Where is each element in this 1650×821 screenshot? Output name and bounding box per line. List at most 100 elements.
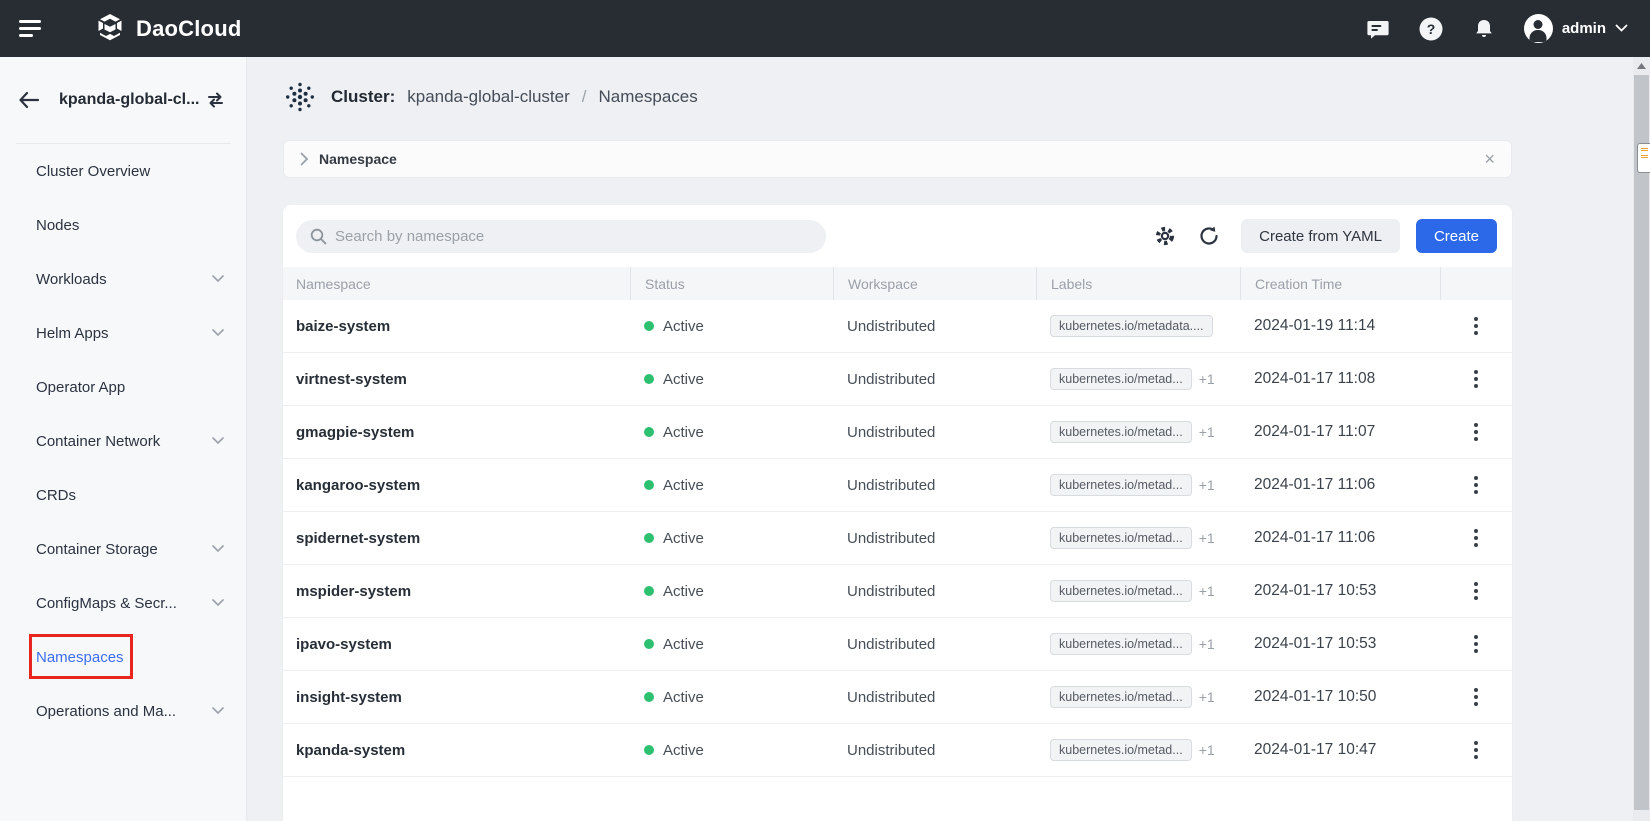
workspace-cell: Undistributed (833, 300, 1036, 352)
sidebar-item-crds[interactable]: CRDs (0, 468, 246, 522)
scrollbar-thumb[interactable] (1634, 75, 1649, 810)
namespace-name-link[interactable]: gmagpie-system (283, 406, 630, 458)
creation-time-cell: 2024-01-17 10:47 (1240, 724, 1440, 776)
status-text: Active (663, 583, 704, 600)
kebab-menu-icon[interactable] (1470, 472, 1482, 498)
namespace-name-link[interactable]: spidernet-system (283, 512, 630, 564)
row-actions-cell (1440, 724, 1512, 776)
status-active-dot (644, 745, 654, 755)
label-chip[interactable]: kubernetes.io/metadata.... (1050, 315, 1213, 337)
help-icon[interactable]: ? (1418, 16, 1444, 42)
sidebar-item-helm-apps[interactable]: Helm Apps (0, 306, 246, 360)
kebab-menu-icon[interactable] (1470, 313, 1482, 339)
refresh-icon[interactable] (1197, 224, 1221, 248)
labels-more-count: +1 (1199, 742, 1215, 758)
label-chip[interactable]: kubernetes.io/metad... (1050, 580, 1192, 602)
label-chip[interactable]: kubernetes.io/metad... (1050, 686, 1192, 708)
labels-cell: kubernetes.io/metad...+1 (1036, 459, 1240, 511)
kebab-menu-icon[interactable] (1470, 366, 1482, 392)
sidebar-item-cluster-overview[interactable]: Cluster Overview (0, 144, 246, 198)
label-chip[interactable]: kubernetes.io/metad... (1050, 474, 1192, 496)
row-actions-cell (1440, 512, 1512, 564)
daocloud-cube-icon (93, 12, 127, 46)
topbar: DaoCloud ? admin (0, 0, 1650, 57)
table-toolbar: Create from YAML Create (283, 205, 1512, 267)
menu-toggle-icon[interactable] (19, 17, 49, 41)
label-chip[interactable]: kubernetes.io/metad... (1050, 633, 1192, 655)
close-icon[interactable]: × (1484, 150, 1495, 168)
sidebar-item-operator-app[interactable]: Operator App (0, 360, 246, 414)
label-chip[interactable]: kubernetes.io/metad... (1050, 421, 1192, 443)
kebab-menu-icon[interactable] (1470, 684, 1482, 710)
back-arrow-icon[interactable] (18, 91, 40, 109)
status-text: Active (663, 477, 704, 494)
column-header-creation-time: Creation Time (1240, 267, 1440, 300)
sidebar-item-operations-and-ma[interactable]: Operations and Ma... (0, 684, 246, 738)
sidebar-item-label: ConfigMaps & Secr... (36, 595, 212, 612)
status-text: Active (663, 530, 704, 547)
namespace-name-link[interactable]: baize-system (283, 300, 630, 352)
sidebar-item-workloads[interactable]: Workloads (0, 252, 246, 306)
labels-cell: kubernetes.io/metad... +1 (1036, 353, 1240, 405)
search-input[interactable] (335, 228, 812, 245)
creation-time-cell: 2024-01-17 10:50 (1240, 671, 1440, 723)
sidebar-item-namespaces[interactable]: Namespaces (0, 630, 246, 684)
label-chip[interactable]: kubernetes.io/metad... (1050, 527, 1192, 549)
kebab-menu-icon[interactable] (1470, 631, 1482, 657)
kebab-menu-icon[interactable] (1470, 419, 1482, 445)
namespace-banner: Namespace × (283, 140, 1512, 178)
message-icon[interactable] (1365, 16, 1391, 42)
breadcrumb-current-page: Namespaces (599, 87, 698, 107)
chevron-right-icon[interactable] (300, 152, 309, 166)
chevron-down-icon (212, 329, 224, 337)
sidebar-item-label: Nodes (36, 217, 224, 234)
namespace-name-link[interactable]: kpanda-system (283, 724, 630, 776)
sidebar-item-nodes[interactable]: Nodes (0, 198, 246, 252)
status-cell: Active (630, 618, 833, 670)
banner-title: Namespace (319, 151, 397, 167)
sidebar-item-label: Namespaces (36, 649, 224, 666)
namespace-name-link[interactable]: mspider-system (283, 565, 630, 617)
labels-more-count: +1 (1199, 530, 1215, 546)
breadcrumb: Cluster: kpanda-global-cluster / Namespa… (283, 77, 698, 117)
sidebar-item-container-network[interactable]: Container Network (0, 414, 246, 468)
app-window: DaoCloud ? admin kpanda-global-cl... (0, 0, 1650, 821)
labels-more-count: +1 (1199, 371, 1215, 387)
brand-name: DaoCloud (136, 16, 241, 42)
sidebar-item-label: Workloads (36, 271, 212, 288)
label-chip[interactable]: kubernetes.io/metad... (1050, 739, 1192, 761)
status-text: Active (663, 636, 704, 653)
column-header-namespace: Namespace (283, 267, 630, 300)
status-cell: Active (630, 565, 833, 617)
bell-icon[interactable] (1471, 16, 1497, 42)
kebab-menu-icon[interactable] (1470, 578, 1482, 604)
column-header-labels: Labels (1036, 267, 1240, 300)
row-actions-cell (1440, 300, 1512, 352)
breadcrumb-cluster-link[interactable]: kpanda-global-cluster (407, 87, 570, 107)
search-box[interactable] (296, 220, 826, 253)
column-settings-icon[interactable] (1153, 224, 1177, 248)
sidebar-item-configmaps-secr[interactable]: ConfigMaps & Secr... (0, 576, 246, 630)
account-menu[interactable]: admin (1524, 14, 1628, 43)
kebab-menu-icon[interactable] (1470, 737, 1482, 763)
namespace-name-link[interactable]: virtnest-system (283, 353, 630, 405)
switch-cluster-icon[interactable] (205, 91, 226, 109)
namespace-name-link[interactable]: insight-system (283, 671, 630, 723)
chevron-down-icon (212, 275, 224, 283)
brand-logo[interactable]: DaoCloud (93, 12, 241, 46)
cluster-icon (283, 80, 317, 114)
namespace-name-link[interactable]: ipavo-system (283, 618, 630, 670)
breadcrumb-separator: / (582, 87, 587, 107)
namespace-name-link[interactable]: kangaroo-system (283, 459, 630, 511)
kebab-menu-icon[interactable] (1470, 525, 1482, 551)
sidebar-menu: Cluster OverviewNodesWorkloadsHelm AppsO… (0, 144, 246, 738)
sidebar-item-container-storage[interactable]: Container Storage (0, 522, 246, 576)
label-chip[interactable]: kubernetes.io/metad... (1050, 368, 1192, 390)
create-button[interactable]: Create (1416, 219, 1497, 253)
create-from-yaml-button[interactable]: Create from YAML (1241, 219, 1400, 253)
scroll-up-arrow-icon[interactable] (1633, 57, 1650, 74)
labels-cell: kubernetes.io/metad... +1 (1036, 724, 1240, 776)
table-row: ipavo-systemActiveUndistributedkubernete… (283, 618, 1512, 671)
workspace-cell: Undistributed (833, 459, 1036, 511)
row-actions-cell (1440, 406, 1512, 458)
